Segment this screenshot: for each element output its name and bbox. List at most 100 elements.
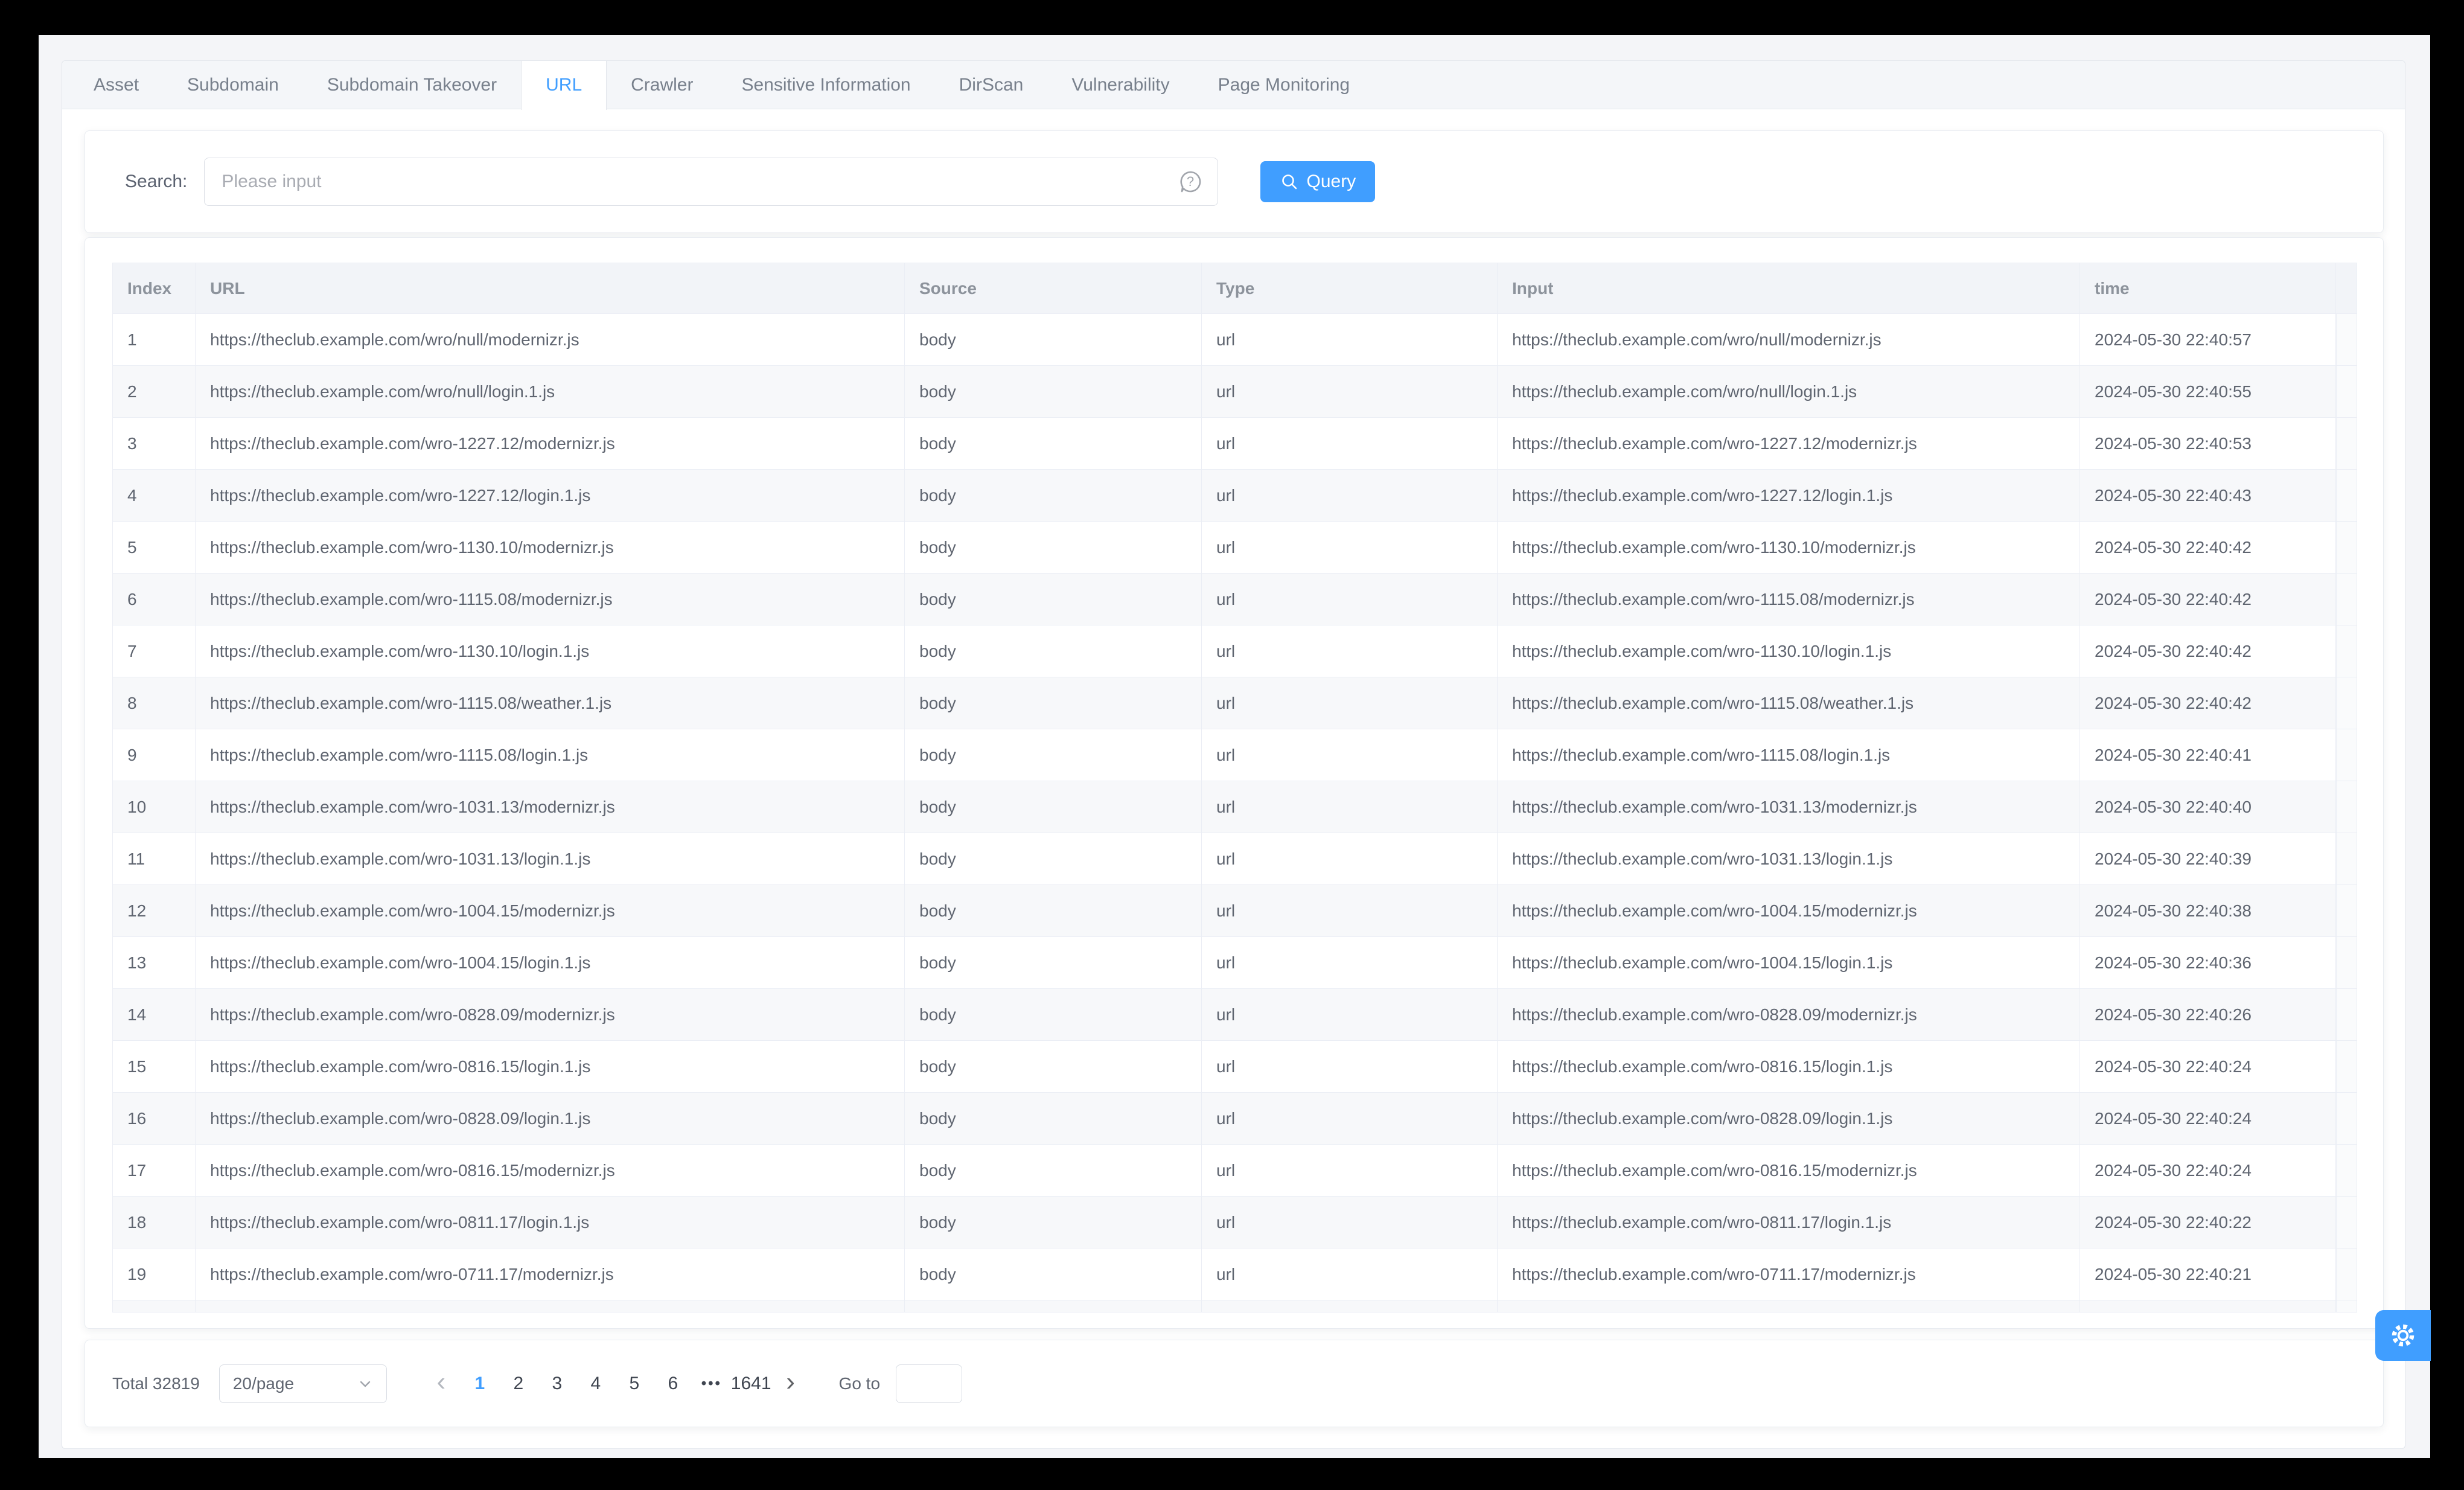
cell-input: https://theclub.example.com/wro-0816.15/… [1498,1041,2080,1092]
scrollbar-gutter[interactable] [2336,1249,2357,1300]
scrollbar-gutter[interactable] [2336,314,2357,365]
cell-time: 2024-05-30 22:40:42 [2080,677,2336,729]
gear-icon [2389,1322,2417,1349]
scrollbar-gutter[interactable] [2336,885,2357,936]
tab-subdomain[interactable]: Subdomain [163,61,303,109]
next-page-button[interactable]: › [771,1364,810,1403]
cell-url: https://theclub.example.com/wro-1227.12/… [196,418,905,469]
cell-type: url [1202,1197,1498,1248]
page-size-select[interactable]: 20/page [219,1364,387,1403]
scrollbar-gutter[interactable] [2336,418,2357,469]
search-icon [1280,173,1298,191]
scrollbar-gutter[interactable] [2336,1093,2357,1144]
tab-asset[interactable]: Asset [69,61,163,109]
settings-gear-button[interactable] [2375,1310,2431,1361]
more-pages-icon[interactable]: ••• [692,1364,731,1403]
cell-input: https://theclub.example.com/wro-1227.12/… [1498,470,2080,521]
cell-source: body [905,314,1202,365]
tab-dirscan[interactable]: DirScan [935,61,1048,109]
help-bubble-icon[interactable]: ? [1177,168,1204,195]
cell-type: url [1202,781,1498,833]
cell-index: 8 [113,677,196,729]
cell-index: 1 [113,314,196,365]
scrollbar-gutter[interactable] [2336,729,2357,781]
cell-url: https://theclub.example.com/wro-1115.08/… [196,574,905,625]
cell-time: 2024-05-30 22:40:42 [2080,625,2336,677]
goto-page-input[interactable] [896,1364,962,1403]
results-table: IndexURLSourceTypeInputtime1https://thec… [112,263,2357,1313]
page-button-3[interactable]: 3 [538,1364,576,1403]
cell-url: https://theclub.example.com/wro-1004.15/… [196,885,905,936]
scrollbar-gutter[interactable] [2336,574,2357,625]
query-button-label: Query [1307,171,1356,192]
scrollbar-gutter[interactable] [2336,1041,2357,1092]
cell-index: 12 [113,885,196,936]
cell-url: https://theclub.example.com/wro-1130.10/… [196,522,905,573]
column-header-input: Input [1498,263,2080,313]
scrollbar-gutter[interactable] [2336,522,2357,573]
cell-source [905,1300,1202,1312]
cell-type: url [1202,1249,1498,1300]
cell-source: body [905,1197,1202,1248]
cell-input: https://theclub.example.com/wro-1115.08/… [1498,729,2080,781]
scrollbar-gutter[interactable] [2336,1197,2357,1248]
cell-source: body [905,885,1202,936]
table-row: 19https://theclub.example.com/wro-0711.1… [113,1249,2357,1300]
page-button-4[interactable]: 4 [576,1364,615,1403]
cell-index: 6 [113,574,196,625]
cell-input: https://theclub.example.com/wro-0816.15/… [1498,1145,2080,1196]
scrollbar-gutter[interactable] [2336,937,2357,988]
cell-url: https://theclub.example.com/wro-0711.17/… [196,1249,905,1300]
cell-url: https://theclub.example.com/wro-1115.08/… [196,677,905,729]
tab-bar: AssetSubdomainSubdomain TakeoverURLCrawl… [62,61,2405,109]
table-row-partial [113,1300,2357,1312]
query-button[interactable]: Query [1260,161,1375,202]
tab-vulnerability[interactable]: Vulnerability [1047,61,1193,109]
cell-index: 17 [113,1145,196,1196]
table-row: 11https://theclub.example.com/wro-1031.1… [113,833,2357,885]
tab-subdomain-takeover[interactable]: Subdomain Takeover [303,61,521,109]
prev-page-button[interactable]: ‹ [422,1364,461,1403]
scrollbar-gutter[interactable] [2336,833,2357,884]
tab-sensitive-information[interactable]: Sensitive Information [717,61,934,109]
cell-source: body [905,1249,1202,1300]
page-button-6[interactable]: 6 [654,1364,692,1403]
scrollbar-gutter[interactable] [2336,989,2357,1040]
table-row: 5https://theclub.example.com/wro-1130.10… [113,522,2357,574]
cell-index: 4 [113,470,196,521]
table-row: 18https://theclub.example.com/wro-0811.1… [113,1197,2357,1249]
scrollbar-gutter[interactable] [2336,677,2357,729]
scrollbar-gutter[interactable] [2336,366,2357,417]
cell-input: https://theclub.example.com/wro-0828.09/… [1498,1093,2080,1144]
tab-url[interactable]: URL [521,61,607,110]
scrollbar-gutter[interactable] [2336,1145,2357,1196]
cell-input: https://theclub.example.com/wro-0811.17/… [1498,1197,2080,1248]
app-viewport: AssetSubdomainSubdomain TakeoverURLCrawl… [39,35,2430,1458]
cell-index: 16 [113,1093,196,1144]
page-button-1641[interactable]: 1641 [731,1364,771,1403]
scrollbar-gutter[interactable] [2336,625,2357,677]
cell-url: https://theclub.example.com/wro-0816.15/… [196,1041,905,1092]
cell-time: 2024-05-30 22:40:26 [2080,989,2336,1040]
cell-time: 2024-05-30 22:40:24 [2080,1145,2336,1196]
cell-type [1202,1300,1498,1312]
page-button-5[interactable]: 5 [615,1364,654,1403]
cell-url: https://theclub.example.com/wro-1004.15/… [196,937,905,988]
cell-index: 2 [113,366,196,417]
cell-type: url [1202,625,1498,677]
cell-source: body [905,729,1202,781]
scrollbar-gutter[interactable] [2336,470,2357,521]
cell-type: url [1202,729,1498,781]
cell-type: url [1202,1093,1498,1144]
cell-url [196,1300,905,1312]
tab-crawler[interactable]: Crawler [607,61,717,109]
search-panel: Search: ? Query [85,130,2384,233]
table-row: 9https://theclub.example.com/wro-1115.08… [113,729,2357,781]
search-input[interactable] [204,158,1218,206]
pagination-total: Total 32819 [112,1374,200,1393]
scrollbar-gutter[interactable] [2336,781,2357,833]
page-button-2[interactable]: 2 [499,1364,538,1403]
page-button-1[interactable]: 1 [461,1364,499,1403]
tab-page-monitoring[interactable]: Page Monitoring [1194,61,1374,109]
svg-text:?: ? [1187,174,1194,189]
